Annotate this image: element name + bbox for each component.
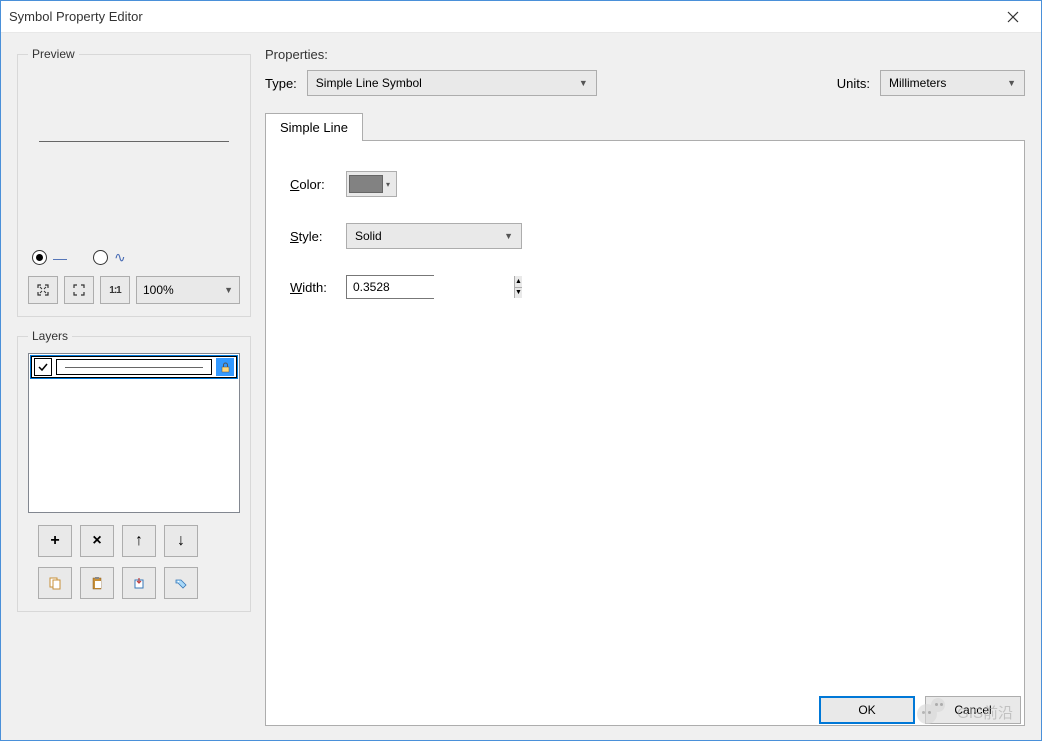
cancel-button[interactable]: Cancel (925, 696, 1021, 724)
one-to-one-icon: 1:1 (109, 285, 120, 296)
color-picker[interactable]: ▾ (346, 171, 397, 197)
dialog-body: Preview — ∿ (1, 33, 1041, 740)
tab-row: Simple Line (265, 112, 1025, 140)
move-layer-down-button[interactable]: ↓ (164, 525, 198, 557)
import-icon (132, 576, 146, 590)
ok-button[interactable]: OK (819, 696, 915, 724)
lock-icon (220, 362, 231, 373)
dialog-window: Symbol Property Editor Preview — (0, 0, 1042, 741)
copy-icon (48, 576, 62, 590)
close-button[interactable] (993, 2, 1033, 32)
import-layer-button[interactable] (122, 567, 156, 599)
layers-legend: Layers (28, 329, 72, 343)
preview-mode-straight[interactable]: — (32, 250, 67, 266)
remove-layer-button[interactable]: × (80, 525, 114, 557)
style-dropdown[interactable]: Solid ▼ (346, 223, 522, 249)
chevron-down-icon: ▼ (504, 231, 513, 241)
layer-buttons-row1: + × ↑ ↓ (28, 525, 240, 557)
width-increment-button[interactable]: ▲ (515, 276, 522, 288)
add-layer-button[interactable]: + (38, 525, 72, 557)
titlebar: Symbol Property Editor (1, 1, 1041, 33)
preview-mode-zigzag[interactable]: ∿ (93, 249, 126, 266)
style-value: Solid (355, 229, 382, 243)
chevron-down-icon: ▾ (383, 180, 393, 189)
type-dropdown[interactable]: Simple Line Symbol ▼ (307, 70, 597, 96)
window-title: Symbol Property Editor (9, 9, 993, 24)
zoom-fit-button[interactable] (28, 276, 58, 304)
type-value: Simple Line Symbol (316, 76, 422, 90)
checkmark-icon (37, 361, 49, 373)
layer-lock-button[interactable] (216, 358, 234, 376)
width-spinner[interactable]: ▲ ▼ (346, 275, 434, 299)
zigzag-line-icon: ∿ (114, 249, 126, 266)
close-icon (1007, 11, 1019, 23)
zoom-out-arrows-icon (72, 283, 86, 297)
arrow-up-icon: ↑ (135, 532, 143, 550)
chevron-down-icon: ▼ (1007, 78, 1016, 88)
tab-content: Color: ▾ Style: Solid ▼ Width: (265, 140, 1025, 726)
preview-canvas (28, 71, 240, 241)
copy-layer-button[interactable] (38, 567, 72, 599)
layer-visibility-checkbox[interactable] (34, 358, 52, 376)
units-dropdown[interactable]: Millimeters ▼ (880, 70, 1025, 96)
width-decrement-button[interactable]: ▼ (515, 288, 522, 299)
straight-line-icon: — (53, 250, 67, 266)
layer-sample-line (65, 367, 204, 368)
tag-icon (174, 576, 188, 590)
preview-mode-row: — ∿ (32, 249, 240, 266)
color-row: Color: ▾ (290, 171, 1000, 197)
zoom-full-button[interactable] (64, 276, 94, 304)
radio-icon (93, 250, 108, 265)
layer-row[interactable] (31, 356, 237, 378)
zoom-dropdown[interactable]: 100% ▼ (136, 276, 240, 304)
preview-group: Preview — ∿ (17, 47, 251, 317)
zoom-in-arrows-icon (36, 283, 50, 297)
right-column: Properties: Type: Simple Line Symbol ▼ U… (265, 47, 1025, 726)
x-icon: × (92, 532, 101, 550)
preview-legend: Preview (28, 47, 79, 61)
arrow-down-icon: ↓ (177, 532, 185, 550)
dialog-footer: OK Cancel (819, 696, 1021, 724)
layers-list[interactable] (28, 353, 240, 513)
chevron-down-icon: ▼ (579, 78, 588, 88)
color-swatch (349, 175, 383, 193)
move-layer-up-button[interactable]: ↑ (122, 525, 156, 557)
type-label: Type: (265, 76, 297, 91)
style-row: Style: Solid ▼ (290, 223, 1000, 249)
units-value: Millimeters (889, 76, 946, 90)
width-label: Width: (290, 280, 346, 295)
zoom-value: 100% (143, 283, 174, 297)
preview-sample-line (39, 141, 229, 142)
paste-layer-button[interactable] (80, 567, 114, 599)
chevron-down-icon: ▼ (224, 285, 233, 295)
properties-label: Properties: (265, 47, 1025, 62)
layers-group: Layers + (17, 329, 251, 612)
width-row: Width: ▲ ▼ (290, 275, 1000, 299)
style-label: Style: (290, 229, 346, 244)
preview-toolbar: 1:1 100% ▼ (28, 276, 240, 304)
triangle-down-icon: ▼ (515, 289, 522, 296)
radio-icon (32, 250, 47, 265)
tag-layer-button[interactable] (164, 567, 198, 599)
paste-icon (90, 576, 104, 590)
layer-thumbnail (56, 359, 212, 375)
left-column: Preview — ∿ (17, 47, 251, 726)
layer-buttons-row2 (28, 567, 240, 599)
plus-icon: + (50, 532, 59, 550)
color-label: Color: (290, 177, 346, 192)
triangle-up-icon: ▲ (515, 278, 522, 285)
tab-simple-line[interactable]: Simple Line (265, 113, 363, 141)
units-label: Units: (837, 76, 870, 91)
width-input[interactable] (347, 276, 514, 298)
properties-header-row: Type: Simple Line Symbol ▼ Units: Millim… (265, 70, 1025, 96)
zoom-actual-button[interactable]: 1:1 (100, 276, 130, 304)
